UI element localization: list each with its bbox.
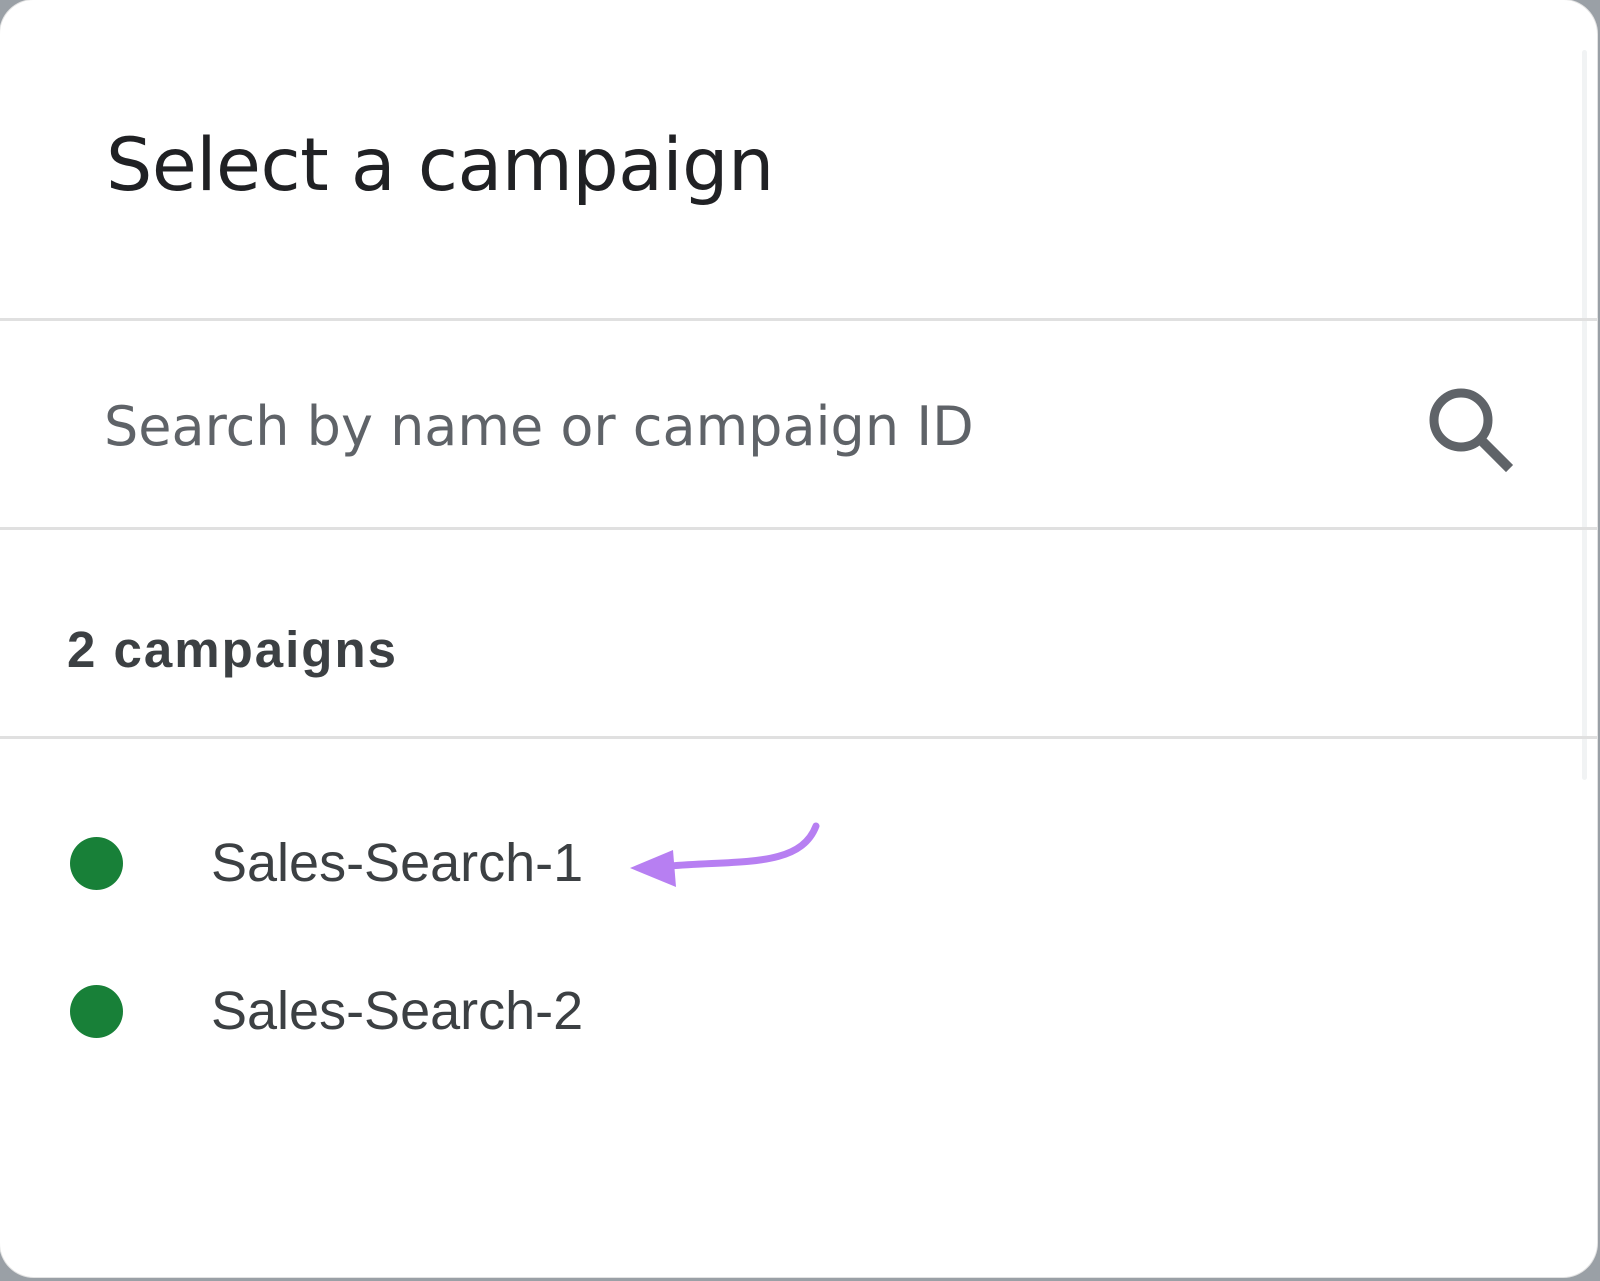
header-divider (0, 318, 1597, 321)
arrow-annotation-icon (630, 822, 820, 887)
scrollbar[interactable] (1582, 50, 1587, 780)
campaign-name: Sales-Search-1 (211, 833, 584, 893)
dialog-title: Select a campaign (106, 123, 774, 208)
search-input[interactable] (104, 386, 1344, 466)
search-button[interactable] (1426, 386, 1518, 478)
status-enabled-icon (70, 837, 123, 890)
search-divider (0, 527, 1597, 530)
select-campaign-dialog: Select a campaign 2 campaigns Sales-Sear… (0, 0, 1597, 1277)
search-icon (1429, 388, 1514, 473)
campaign-list-item[interactable]: Sales-Search-2 (0, 938, 1597, 1086)
campaign-count: 2 campaigns (67, 621, 398, 678)
list-header-divider (0, 736, 1597, 739)
status-enabled-icon (70, 985, 123, 1038)
campaign-name: Sales-Search-2 (211, 981, 584, 1041)
